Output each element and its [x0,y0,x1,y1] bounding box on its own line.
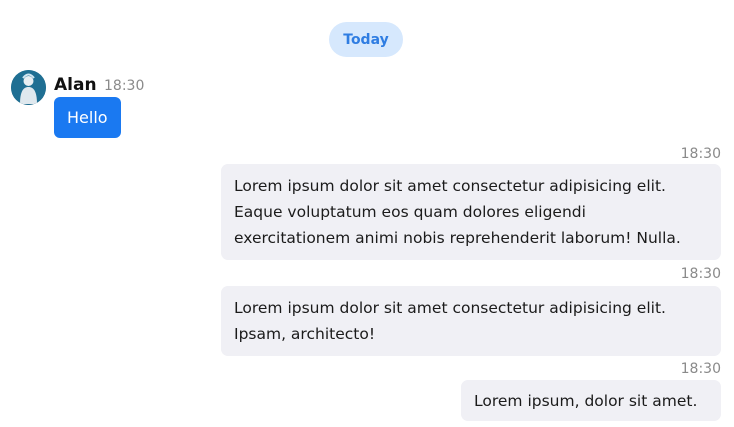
outgoing-message-bubble[interactable]: Lorem ipsum dolor sit amet consectetur a… [221,164,721,260]
message-timestamp: 18:30 [680,361,721,377]
message-timestamp: 18:30 [680,146,721,162]
avatar-image [11,70,46,105]
outgoing-message-bubble[interactable]: Lorem ipsum dolor sit amet consectetur a… [221,286,721,356]
user-avatar-icon[interactable] [11,70,46,105]
message-timestamp: 18:30 [104,78,145,94]
outgoing-message-bubble[interactable]: Lorem ipsum, dolor sit amet. [461,380,721,421]
incoming-message-bubble[interactable]: Hello [54,97,121,138]
sender-name: Alan [54,75,97,95]
day-separator-badge: Today [329,22,403,57]
message-timestamp: 18:30 [680,266,721,282]
